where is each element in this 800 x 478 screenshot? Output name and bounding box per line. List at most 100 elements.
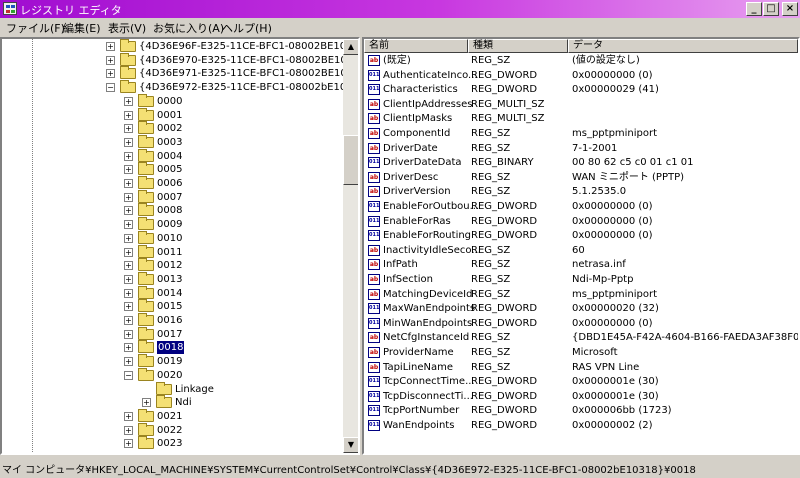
menu-favorites[interactable]: お気に入り(A): [153, 20, 224, 36]
value-row[interactable]: 011 TcpPortNumber REG_DWORD 0x000006bb (172…: [364, 404, 798, 418]
expand-icon[interactable]: +: [124, 343, 133, 353]
tree-item-subkey[interactable]: +0002: [124, 121, 342, 135]
expand-icon[interactable]: +: [142, 398, 151, 408]
value-row[interactable]: 011 MaxWanEndpoints REG_DWORD 0x00000020 (3…: [364, 302, 798, 316]
tree-item-subkey[interactable]: +0014: [124, 285, 342, 300]
tree-item-subkey[interactable]: +0013: [124, 271, 342, 286]
collapse-icon[interactable]: −: [106, 83, 115, 93]
value-row[interactable]: 011 EnableForRas REG_DWORD 0x00000000 (0): [364, 215, 798, 229]
expand-icon[interactable]: +: [124, 151, 133, 161]
value-row[interactable]: ab InfPath REG_SZ netrasa.inf: [364, 258, 798, 272]
expand-icon[interactable]: +: [124, 439, 133, 449]
tree-item-subkey[interactable]: − 0020: [124, 367, 342, 382]
tree-item-subkey[interactable]: +0018: [124, 340, 342, 356]
expand-icon[interactable]: +: [124, 425, 133, 435]
tree-item-subkey[interactable]: + Ndi: [142, 395, 342, 409]
menu-help[interactable]: ヘルプ(H): [222, 20, 272, 36]
expand-icon[interactable]: +: [124, 316, 133, 325]
value-row[interactable]: 011 EnableForOutbou... REG_DWORD 0x00000000…: [364, 200, 798, 214]
scroll-down-button[interactable]: ▼: [343, 437, 358, 453]
title-bar[interactable]: レジストリ エディタ _ □ ×: [0, 0, 800, 18]
value-row[interactable]: 011 Characteristics REG_DWORD 0x00000029 (4…: [364, 83, 798, 97]
value-row[interactable]: ab ClientIpAddresses REG_MULTI_SZ: [364, 98, 798, 112]
tree-item-subkey[interactable]: +0012: [124, 258, 342, 272]
collapse-icon[interactable]: −: [124, 370, 133, 380]
menu-file[interactable]: ファイル(F): [6, 20, 65, 36]
expand-icon[interactable]: +: [124, 124, 133, 134]
value-row[interactable]: 011 MinWanEndpoints REG_DWORD 0x00000000 (0…: [364, 317, 798, 331]
value-row[interactable]: 011 EnableForRouting REG_DWORD 0x00000000 (…: [364, 229, 798, 243]
value-row[interactable]: 011 TcpDisconnectTi... REG_DWORD 0x0000001e…: [364, 390, 798, 404]
value-row[interactable]: ab NetCfgInstanceId REG_SZ {DBD1E45A-F42A-4…: [364, 331, 798, 345]
tree-item-subkey[interactable]: +0003: [124, 134, 342, 149]
expand-icon[interactable]: +: [124, 357, 133, 367]
close-button[interactable]: ×: [782, 2, 798, 16]
value-row[interactable]: ab ClientIpMasks REG_MULTI_SZ: [364, 112, 798, 126]
tree-item-guid-key[interactable]: − {4D36E972-E325-11CE-BFC1-08002bE10318}: [106, 80, 358, 94]
value-row[interactable]: ab (既定) REG_SZ (値の設定なし): [364, 54, 798, 68]
tree-item-subkey[interactable]: +0007: [124, 189, 342, 204]
tree-item-subkey[interactable]: +0005: [124, 162, 342, 176]
tree-item-subkey[interactable]: +0008: [124, 203, 342, 217]
value-row[interactable]: ab DriverVersion REG_SZ 5.1.2535.0: [364, 185, 798, 199]
expand-icon[interactable]: +: [124, 233, 133, 243]
tree-item-subkey[interactable]: +0011: [124, 244, 342, 259]
tree-item-subkey[interactable]: +0021: [124, 408, 342, 423]
tree-item-subkey[interactable]: Linkage: [142, 381, 342, 396]
menu-edit[interactable]: 編集(E): [63, 20, 101, 36]
value-row[interactable]: ab DriverDate REG_SZ 7-1-2001: [364, 142, 798, 156]
tree-item-subkey[interactable]: +0000: [124, 93, 342, 108]
tree-item-subkey[interactable]: +0006: [124, 176, 342, 190]
value-row[interactable]: 011 DriverDateData REG_BINARY 00 80 62 c5 c…: [364, 156, 798, 170]
expand-icon[interactable]: +: [124, 302, 133, 312]
expand-icon[interactable]: +: [124, 288, 133, 298]
scroll-thumb[interactable]: [343, 135, 358, 185]
expand-icon[interactable]: +: [124, 206, 133, 216]
value-row[interactable]: 011 WanEndpoints REG_DWORD 0x00000002 (2): [364, 419, 798, 433]
expand-icon[interactable]: +: [124, 110, 133, 120]
value-row[interactable]: ab MatchingDeviceId REG_SZ ms_pptpminiport: [364, 288, 798, 302]
expand-icon[interactable]: +: [124, 274, 133, 284]
value-row[interactable]: 011 AuthenticateInco... REG_DWORD 0x0000000…: [364, 69, 798, 83]
expand-icon[interactable]: +: [106, 55, 115, 65]
tree-item-subkey[interactable]: +0015: [124, 299, 342, 313]
tree-item-subkey[interactable]: +0009: [124, 217, 342, 231]
column-header-type[interactable]: 種類: [468, 39, 568, 53]
expand-icon[interactable]: +: [124, 261, 133, 271]
tree-item-subkey[interactable]: +0016: [124, 313, 342, 327]
expand-icon[interactable]: +: [124, 192, 133, 202]
value-row[interactable]: ab InfSection REG_SZ Ndi-Mp-Pptp: [364, 273, 798, 287]
tree-item-subkey[interactable]: +0001: [124, 107, 342, 122]
minimize-button[interactable]: _: [746, 2, 762, 16]
expand-icon[interactable]: +: [124, 247, 133, 257]
value-row[interactable]: ab ComponentId REG_SZ ms_pptpminiport: [364, 127, 798, 141]
expand-icon[interactable]: +: [106, 42, 115, 51]
tree-scrollbar[interactable]: ▲ ▼: [343, 39, 358, 453]
expand-icon[interactable]: +: [124, 179, 133, 188]
tree-item-subkey[interactable]: +0004: [124, 148, 342, 163]
expand-icon[interactable]: +: [124, 220, 133, 230]
expand-icon[interactable]: +: [124, 165, 133, 175]
tree-item-subkey[interactable]: +0010: [124, 230, 342, 245]
tree-item-subkey[interactable]: +0019: [124, 354, 342, 368]
value-row[interactable]: ab TapiLineName REG_SZ RAS VPN Line: [364, 361, 798, 375]
value-row[interactable]: ab ProviderName REG_SZ Microsoft: [364, 346, 798, 360]
scroll-up-button[interactable]: ▲: [343, 39, 358, 55]
column-header-data[interactable]: データ: [568, 39, 798, 53]
tree-item-guid-key[interactable]: + {4D36E96F-E325-11CE-BFC1-08002BE10318}: [106, 39, 358, 53]
expand-icon[interactable]: +: [124, 411, 133, 421]
tree-item-subkey[interactable]: +0017: [124, 326, 342, 341]
expand-icon[interactable]: +: [124, 137, 133, 147]
tree-item-guid-key[interactable]: + {4D36E971-E325-11CE-BFC1-08002BE10318}: [106, 66, 358, 80]
maximize-button[interactable]: □: [763, 2, 779, 16]
tree-item-guid-key[interactable]: + {4D36E970-E325-11CE-BFC1-08002BE10318}: [106, 52, 358, 67]
value-row[interactable]: 011 TcpConnectTime... REG_DWORD 0x0000001e …: [364, 375, 798, 389]
value-row[interactable]: ab InactivityIdleSeco... REG_SZ 60: [364, 244, 798, 258]
value-row[interactable]: ab DriverDesc REG_SZ WAN ミニポート (PPTP): [364, 171, 798, 185]
menu-view[interactable]: 表示(V): [108, 20, 146, 36]
column-header-name[interactable]: 名前: [364, 39, 468, 53]
expand-icon[interactable]: +: [106, 69, 115, 79]
expand-icon[interactable]: +: [124, 96, 133, 106]
tree-item-subkey[interactable]: +0023: [124, 436, 342, 450]
expand-icon[interactable]: +: [124, 329, 133, 339]
